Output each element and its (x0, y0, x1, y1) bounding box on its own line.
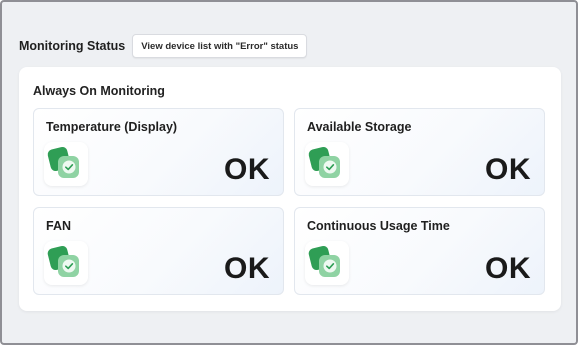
page-title: Monitoring Status (19, 39, 126, 53)
window-frame: Monitoring Status View device list with … (0, 0, 578, 345)
status-card-available-storage[interactable]: Available Storage OK (294, 108, 545, 196)
card-title: Continuous Usage Time (307, 219, 450, 233)
status-ok-icon (305, 241, 349, 285)
view-error-devices-button[interactable]: View device list with "Error" status (132, 34, 308, 58)
status-ok-icon (305, 142, 349, 186)
status-card-temperature[interactable]: Temperature (Display) OK (33, 108, 284, 196)
monitoring-header: Monitoring Status View device list with … (19, 34, 308, 58)
panel-title: Always On Monitoring (33, 84, 165, 98)
card-title: FAN (46, 219, 71, 233)
status-value: OK (224, 252, 270, 285)
status-value: OK (485, 153, 531, 186)
always-on-monitoring-panel: Always On Monitoring Temperature (Displa… (19, 67, 561, 311)
status-ok-icon (44, 241, 88, 285)
status-ok-icon (44, 142, 88, 186)
card-title: Available Storage (307, 120, 412, 134)
status-value: OK (224, 153, 270, 186)
status-card-fan[interactable]: FAN OK (33, 207, 284, 295)
status-card-continuous-usage-time[interactable]: Continuous Usage Time OK (294, 207, 545, 295)
status-value: OK (485, 252, 531, 285)
card-title: Temperature (Display) (46, 120, 178, 134)
